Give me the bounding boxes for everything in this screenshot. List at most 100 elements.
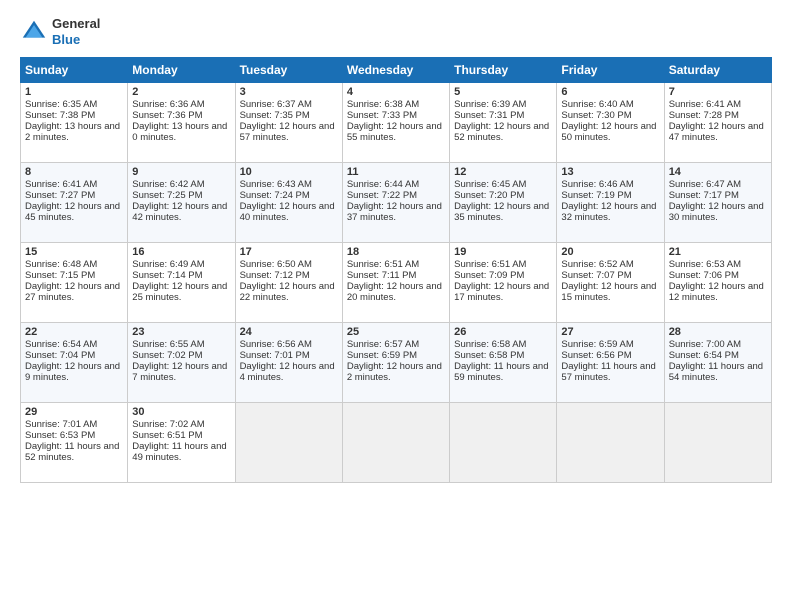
daylight-label: Daylight: 12 hours and 52 minutes.	[454, 121, 549, 143]
sunrise: Sunrise: 6:56 AM	[240, 339, 312, 350]
sunrise: Sunrise: 6:59 AM	[561, 339, 633, 350]
sunset: Sunset: 6:58 PM	[454, 350, 524, 361]
day-number: 16	[132, 246, 230, 258]
daylight-label: Daylight: 12 hours and 50 minutes.	[561, 121, 656, 143]
logo: General Blue	[20, 16, 100, 47]
daylight-label: Daylight: 12 hours and 7 minutes.	[132, 361, 227, 383]
daylight-label: Daylight: 12 hours and 15 minutes.	[561, 281, 656, 303]
sunrise: Sunrise: 7:02 AM	[132, 419, 204, 430]
day-number: 28	[669, 326, 767, 338]
day-header-saturday: Saturday	[664, 58, 771, 83]
sunrise: Sunrise: 6:45 AM	[454, 179, 526, 190]
day-cell: 30 Sunrise: 7:02 AM Sunset: 6:51 PM Dayl…	[128, 403, 235, 483]
day-cell: 20 Sunrise: 6:52 AM Sunset: 7:07 PM Dayl…	[557, 243, 664, 323]
sunset: Sunset: 7:28 PM	[669, 110, 739, 121]
sunset: Sunset: 7:11 PM	[347, 270, 417, 281]
daylight-label: Daylight: 12 hours and 4 minutes.	[240, 361, 335, 383]
sunrise: Sunrise: 6:47 AM	[669, 179, 741, 190]
day-header-friday: Friday	[557, 58, 664, 83]
sunrise: Sunrise: 6:42 AM	[132, 179, 204, 190]
sunset: Sunset: 7:20 PM	[454, 190, 524, 201]
sunrise: Sunrise: 6:50 AM	[240, 259, 312, 270]
daylight-label: Daylight: 12 hours and 32 minutes.	[561, 201, 656, 223]
week-row-4: 22 Sunrise: 6:54 AM Sunset: 7:04 PM Dayl…	[21, 323, 772, 403]
daylight-label: Daylight: 12 hours and 12 minutes.	[669, 281, 764, 303]
sunset: Sunset: 7:31 PM	[454, 110, 524, 121]
daylight-label: Daylight: 11 hours and 54 minutes.	[669, 361, 763, 383]
sunrise: Sunrise: 6:49 AM	[132, 259, 204, 270]
daylight-label: Daylight: 12 hours and 47 minutes.	[669, 121, 764, 143]
daylight-label: Daylight: 12 hours and 30 minutes.	[669, 201, 764, 223]
week-row-1: 1 Sunrise: 6:35 AM Sunset: 7:38 PM Dayli…	[21, 83, 772, 163]
daylight-label: Daylight: 11 hours and 49 minutes.	[132, 441, 226, 463]
header: General Blue	[20, 16, 772, 47]
sunset: Sunset: 7:35 PM	[240, 110, 310, 121]
sunrise: Sunrise: 6:58 AM	[454, 339, 526, 350]
day-number: 11	[347, 166, 445, 178]
day-number: 29	[25, 406, 123, 418]
day-cell: 13 Sunrise: 6:46 AM Sunset: 7:19 PM Dayl…	[557, 163, 664, 243]
sunrise: Sunrise: 6:55 AM	[132, 339, 204, 350]
day-cell: 22 Sunrise: 6:54 AM Sunset: 7:04 PM Dayl…	[21, 323, 128, 403]
day-cell	[450, 403, 557, 483]
day-number: 24	[240, 326, 338, 338]
daylight-label: Daylight: 12 hours and 2 minutes.	[347, 361, 442, 383]
daylight-label: Daylight: 12 hours and 20 minutes.	[347, 281, 442, 303]
sunset: Sunset: 7:38 PM	[25, 110, 95, 121]
sunset: Sunset: 7:33 PM	[347, 110, 417, 121]
sunset: Sunset: 7:27 PM	[25, 190, 95, 201]
day-header-thursday: Thursday	[450, 58, 557, 83]
day-number: 21	[669, 246, 767, 258]
daylight-label: Daylight: 12 hours and 42 minutes.	[132, 201, 227, 223]
sunset: Sunset: 7:14 PM	[132, 270, 202, 281]
day-number: 3	[240, 86, 338, 98]
day-cell: 23 Sunrise: 6:55 AM Sunset: 7:02 PM Dayl…	[128, 323, 235, 403]
daylight-label: Daylight: 12 hours and 9 minutes.	[25, 361, 120, 383]
sunset: Sunset: 7:12 PM	[240, 270, 310, 281]
day-cell	[557, 403, 664, 483]
sunset: Sunset: 7:06 PM	[669, 270, 739, 281]
day-cell: 8 Sunrise: 6:41 AM Sunset: 7:27 PM Dayli…	[21, 163, 128, 243]
daylight-label: Daylight: 12 hours and 22 minutes.	[240, 281, 335, 303]
sunset: Sunset: 7:04 PM	[25, 350, 95, 361]
day-header-wednesday: Wednesday	[342, 58, 449, 83]
day-cell	[235, 403, 342, 483]
sunrise: Sunrise: 6:38 AM	[347, 99, 419, 110]
day-number: 19	[454, 246, 552, 258]
sunrise: Sunrise: 6:37 AM	[240, 99, 312, 110]
daylight-label: Daylight: 12 hours and 35 minutes.	[454, 201, 549, 223]
day-cell: 7 Sunrise: 6:41 AM Sunset: 7:28 PM Dayli…	[664, 83, 771, 163]
day-number: 23	[132, 326, 230, 338]
sunrise: Sunrise: 6:54 AM	[25, 339, 97, 350]
day-header-sunday: Sunday	[21, 58, 128, 83]
day-number: 25	[347, 326, 445, 338]
sunrise: Sunrise: 6:41 AM	[669, 99, 741, 110]
logo-icon	[20, 18, 48, 46]
sunset: Sunset: 7:09 PM	[454, 270, 524, 281]
sunset: Sunset: 6:59 PM	[347, 350, 417, 361]
day-cell	[664, 403, 771, 483]
day-number: 17	[240, 246, 338, 258]
sunrise: Sunrise: 6:48 AM	[25, 259, 97, 270]
daylight-label: Daylight: 12 hours and 17 minutes.	[454, 281, 549, 303]
day-number: 6	[561, 86, 659, 98]
day-cell: 26 Sunrise: 6:58 AM Sunset: 6:58 PM Dayl…	[450, 323, 557, 403]
sunrise: Sunrise: 6:41 AM	[25, 179, 97, 190]
header-row: SundayMondayTuesdayWednesdayThursdayFrid…	[21, 58, 772, 83]
sunrise: Sunrise: 6:52 AM	[561, 259, 633, 270]
daylight-label: Daylight: 12 hours and 55 minutes.	[347, 121, 442, 143]
daylight-label: Daylight: 11 hours and 59 minutes.	[454, 361, 548, 383]
daylight-label: Daylight: 12 hours and 27 minutes.	[25, 281, 120, 303]
sunrise: Sunrise: 6:35 AM	[25, 99, 97, 110]
sunset: Sunset: 7:19 PM	[561, 190, 631, 201]
day-cell: 2 Sunrise: 6:36 AM Sunset: 7:36 PM Dayli…	[128, 83, 235, 163]
logo-text: General Blue	[52, 16, 100, 47]
day-number: 9	[132, 166, 230, 178]
daylight-label: Daylight: 13 hours and 0 minutes.	[132, 121, 227, 143]
day-cell: 3 Sunrise: 6:37 AM Sunset: 7:35 PM Dayli…	[235, 83, 342, 163]
sunset: Sunset: 7:02 PM	[132, 350, 202, 361]
day-number: 30	[132, 406, 230, 418]
day-header-tuesday: Tuesday	[235, 58, 342, 83]
day-cell: 6 Sunrise: 6:40 AM Sunset: 7:30 PM Dayli…	[557, 83, 664, 163]
day-cell: 12 Sunrise: 6:45 AM Sunset: 7:20 PM Dayl…	[450, 163, 557, 243]
